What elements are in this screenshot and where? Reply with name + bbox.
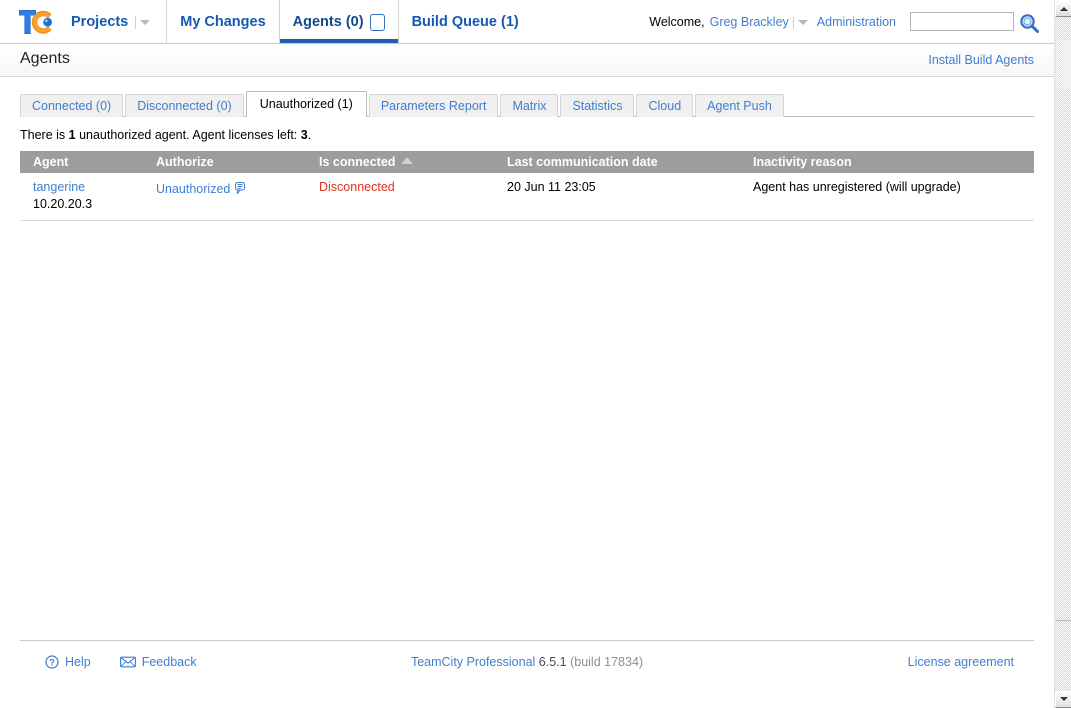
summary-middle: unauthorized agent. Agent licenses left: xyxy=(75,128,301,142)
column-header-agent-label: Agent xyxy=(33,155,69,169)
product-name-link[interactable]: TeamCity Professional xyxy=(411,655,535,669)
nav-item-my-changes[interactable]: My Changes xyxy=(166,0,278,43)
tab-disconnected[interactable]: Disconnected (0) xyxy=(125,94,244,117)
agents-tabs: Connected (0) Disconnected (0) Unauthori… xyxy=(20,89,1034,117)
install-build-agents-link[interactable]: Install Build Agents xyxy=(928,53,1034,67)
authorize-status-link[interactable]: Unauthorized xyxy=(156,182,230,196)
content-area: Connected (0) Disconnected (0) Unauthori… xyxy=(0,89,1054,221)
teamcity-logo-icon[interactable] xyxy=(17,7,55,37)
version-info: TeamCity Professional 6.5.1 (build 17834… xyxy=(411,655,643,669)
feedback-label: Feedback xyxy=(141,655,197,669)
scrollbar-track-mark xyxy=(1055,620,1071,621)
column-header-is-connected-label: Is connected xyxy=(319,155,396,169)
agents-table: Agent Authorize Is connected Last commun… xyxy=(20,151,1034,221)
summary-prefix: There is xyxy=(20,128,69,142)
page-heading-strip: Agents Install Build Agents xyxy=(0,44,1054,77)
tab-matrix[interactable]: Matrix xyxy=(500,94,559,117)
cell-authorize: Unauthorized xyxy=(143,173,306,221)
tab-statistics[interactable]: Statistics xyxy=(560,94,635,117)
page-footer: ? Help Feedback TeamCity Professional 6.… xyxy=(0,640,1054,672)
cell-is-connected: Disconnected xyxy=(306,173,494,221)
tab-connected-label: Connected (0) xyxy=(32,99,112,113)
status-badge: Disconnected xyxy=(319,180,395,194)
summary-agent-count: 1 xyxy=(68,128,76,142)
sort-ascending-arrow-icon xyxy=(401,157,414,164)
table-header-row: Agent Authorize Is connected Last commun… xyxy=(20,151,1034,173)
nav-item-build-queue-label: Build Queue (1) xyxy=(411,13,519,30)
column-header-agent[interactable]: Agent xyxy=(20,151,143,173)
column-header-last-communication-date[interactable]: Last communication date xyxy=(494,151,740,173)
column-header-authorize[interactable]: Authorize xyxy=(143,151,306,173)
administration-link[interactable]: Administration xyxy=(817,15,896,29)
primary-nav: Projects My Changes Agents (0) Build Que… xyxy=(71,0,532,43)
feedback-link[interactable]: Feedback xyxy=(119,655,197,669)
page-title: Agents xyxy=(20,50,70,67)
agents-indicator-badge xyxy=(369,14,385,31)
summary-suffix: . xyxy=(307,128,312,142)
svg-text:?: ? xyxy=(49,657,55,667)
cell-last-communication-date: 20 Jun 11 23:05 xyxy=(494,173,740,221)
agents-table-body: tangerine 10.20.20.3 Unauthorized Discon… xyxy=(20,173,1034,221)
agent-ip-address: 10.20.20.3 xyxy=(33,197,93,211)
search-icon[interactable] xyxy=(1018,12,1040,34)
question-mark-icon: ? xyxy=(45,655,59,669)
envelope-icon xyxy=(119,656,136,668)
nav-item-my-changes-label: My Changes xyxy=(180,13,266,30)
scrollbar-thumb[interactable] xyxy=(1056,40,1071,88)
top-navigation-bar: Projects My Changes Agents (0) Build Que… xyxy=(0,0,1054,44)
summary-licenses-left: 3 xyxy=(300,128,308,142)
scroll-down-arrow-icon[interactable] xyxy=(1055,691,1071,708)
table-row: tangerine 10.20.20.3 Unauthorized Discon… xyxy=(20,173,1034,221)
column-header-inactivity-reason[interactable]: Inactivity reason xyxy=(740,151,1034,173)
tab-unauthorized-label: Unauthorized (1) xyxy=(259,97,353,111)
cell-inactivity-reason: Agent has unregistered (will upgrade) xyxy=(740,173,1034,221)
comment-bubble-icon[interactable] xyxy=(234,182,246,198)
help-link[interactable]: ? Help xyxy=(45,655,91,669)
nav-item-build-queue[interactable]: Build Queue (1) xyxy=(397,0,532,43)
license-agreement-link[interactable]: License agreement xyxy=(908,655,1014,669)
cell-agent: tangerine 10.20.20.3 xyxy=(20,173,143,221)
version-number-value: 6.5.1 xyxy=(538,655,567,669)
footer-divider xyxy=(20,640,1034,641)
nav-item-agents-label: Agents (0) xyxy=(292,13,364,30)
tab-unauthorized[interactable]: Unauthorized (1) xyxy=(245,91,367,117)
page-bottom-spacer xyxy=(0,672,1054,708)
user-name-link[interactable]: Greg Brackley xyxy=(710,15,789,29)
vertical-scrollbar[interactable] xyxy=(1054,0,1071,708)
column-header-last-communication-date-label: Last communication date xyxy=(507,155,658,169)
tab-agent-push-label: Agent Push xyxy=(707,99,772,113)
tab-connected[interactable]: Connected (0) xyxy=(20,94,124,117)
page-root: Projects My Changes Agents (0) Build Que… xyxy=(0,0,1054,708)
tab-cloud[interactable]: Cloud xyxy=(636,94,694,117)
column-header-authorize-label: Authorize xyxy=(156,155,214,169)
tab-parameters-report-label: Parameters Report xyxy=(380,99,487,113)
column-header-inactivity-reason-label: Inactivity reason xyxy=(753,155,852,169)
tab-parameters-report[interactable]: Parameters Report xyxy=(368,94,499,117)
agents-table-header: Agent Authorize Is connected Last commun… xyxy=(20,151,1034,173)
column-header-is-connected[interactable]: Is connected xyxy=(306,151,494,173)
nav-item-projects-label: Projects xyxy=(71,13,129,30)
tab-matrix-label: Matrix xyxy=(512,99,547,113)
tab-cloud-label: Cloud xyxy=(648,99,682,113)
nav-item-projects[interactable]: Projects xyxy=(71,0,166,43)
scroll-up-arrow-icon[interactable] xyxy=(1055,0,1071,17)
nav-item-agents[interactable]: Agents (0) xyxy=(278,0,398,43)
tab-agent-push[interactable]: Agent Push xyxy=(695,94,784,117)
tab-statistics-label: Statistics xyxy=(572,99,623,113)
user-menu-chevron-down-icon[interactable] xyxy=(792,16,811,29)
top-navigation-right: Welcome, Greg Brackley Administration xyxy=(649,11,1054,33)
chevron-down-icon[interactable] xyxy=(135,16,153,29)
search-input[interactable] xyxy=(910,12,1014,31)
unauthorized-summary-text: There is 1 unauthorized agent. Agent lic… xyxy=(20,128,1034,142)
welcome-label: Welcome, xyxy=(649,14,705,29)
help-label: Help xyxy=(65,655,91,669)
tab-disconnected-label: Disconnected (0) xyxy=(137,99,232,113)
build-number-value: (build 17834) xyxy=(570,655,644,669)
agent-name-link[interactable]: tangerine xyxy=(33,180,143,194)
